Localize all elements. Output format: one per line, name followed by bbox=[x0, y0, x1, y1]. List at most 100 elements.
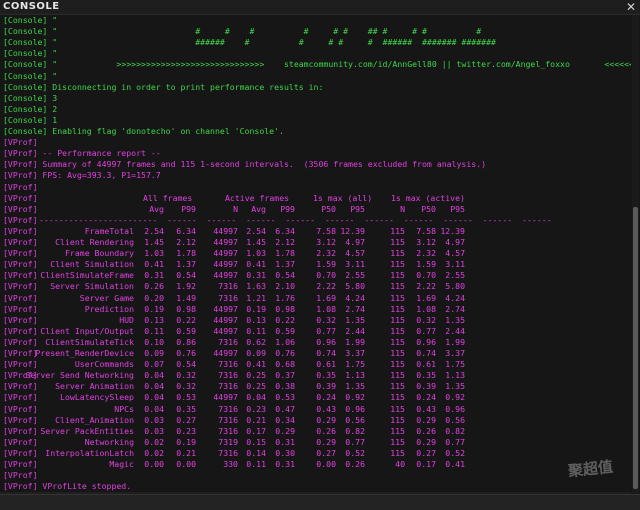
row-label: NPCs bbox=[114, 403, 134, 414]
table-cell: 0.37 bbox=[275, 370, 295, 381]
row-label: Present_RenderDevice bbox=[35, 348, 134, 358]
row-label: Frame Boundary bbox=[64, 248, 134, 259]
group-header: Active frames bbox=[225, 192, 290, 203]
console-input[interactable] bbox=[0, 494, 640, 510]
table-cell: 0.52 bbox=[345, 447, 365, 458]
column-header: P95 bbox=[450, 203, 465, 214]
table-cell: 0.22 bbox=[275, 314, 295, 325]
log-line: [Console] Disconnecting in order to prin… bbox=[3, 81, 324, 92]
table-cell: 5.80 bbox=[345, 281, 365, 292]
table-cell: 0.30 bbox=[275, 447, 295, 458]
table-cell: 2.55 bbox=[345, 270, 365, 281]
table-cell: 0.77 bbox=[445, 436, 465, 447]
table-row: [VProf] Magic 0.00 0.00 330 0.11 0.31 0.00 0.26 4… bbox=[3, 459, 623, 470]
table-cell: 4.57 bbox=[445, 248, 465, 259]
table-row: [VProf] UserCommands 0.07 0.54 7316 0.41 0.68 0… bbox=[3, 359, 623, 370]
table-cell: 3.37 bbox=[445, 348, 465, 358]
title-bar[interactable]: CONSOLE ✕ bbox=[0, 0, 640, 15]
table-cell: 4.57 bbox=[345, 248, 365, 259]
table-cell: 1.99 bbox=[445, 336, 465, 347]
table-cell: 0.27 bbox=[176, 414, 196, 425]
table-cell: 0.76 bbox=[176, 348, 196, 358]
table-cell: 0.41 bbox=[445, 459, 465, 469]
table-cell: 6.34 bbox=[176, 225, 196, 236]
table-cell: 1.35 bbox=[445, 314, 465, 325]
log-line: [Console] " bbox=[3, 48, 58, 59]
table-cell: 0.00 bbox=[176, 459, 196, 469]
column-header: P99 bbox=[181, 203, 196, 214]
row-label: Server Game bbox=[79, 292, 134, 303]
table-cell: 0.54 bbox=[275, 270, 295, 281]
log-line: [Console] Enabling flag 'donotecho' on c… bbox=[3, 126, 284, 136]
table-row: [VProf] Client Rendering 1.45 2.12 44997 1.45… bbox=[3, 237, 623, 248]
table-cell: 0.96 bbox=[345, 403, 365, 414]
table-cell: 0.32 bbox=[176, 370, 196, 381]
table-cell: 0.92 bbox=[445, 392, 465, 403]
table-cell: 1.13 bbox=[445, 370, 465, 381]
table-row: [VProf] Client_Animation 0.03 0.27 7316 0.21 0… bbox=[3, 415, 623, 426]
scrollbar[interactable] bbox=[632, 15, 639, 494]
table-row: [VProf] HUD 0.13 0.22 44997 0.13 0.22 0.32 1.35 1… bbox=[3, 315, 623, 326]
table-cell: 0.56 bbox=[445, 414, 465, 425]
table-cell: 4.97 bbox=[445, 237, 465, 247]
table-row: [VProf] Server Send Networking 0.04 0.32 731… bbox=[3, 370, 623, 381]
group-header: All frames bbox=[143, 192, 193, 203]
table-cell: 1.78 bbox=[275, 248, 295, 259]
table-cell: 6.34 bbox=[275, 225, 295, 236]
table-row: [VProf] LowLatencySleep 0.04 0.53 44997 0.04 0… bbox=[3, 392, 623, 403]
table-cell: 0.82 bbox=[345, 425, 365, 436]
table-divider: [VProf] ------------------------ ------ -… bbox=[3, 215, 623, 226]
table-cell: 4.97 bbox=[345, 237, 365, 247]
log-line: [Console] 2 bbox=[3, 103, 58, 114]
table-column-header: [VProf] Avg P99 N Avg P99 P50 P95 N P50 P95 bbox=[3, 204, 623, 215]
row-label: Server Animation bbox=[55, 381, 134, 392]
table-cell: 0.53 bbox=[176, 392, 196, 403]
table-cell: 0.56 bbox=[345, 414, 365, 425]
table-cell: 2.10 bbox=[275, 281, 295, 292]
table-cell: 0.23 bbox=[176, 425, 196, 436]
log-line: [Console] " bbox=[3, 15, 393, 25]
scrollbar-thumb[interactable] bbox=[633, 207, 638, 489]
table-cell: 0.32 bbox=[176, 381, 196, 392]
table-row: [VProf] InterpolationLatch 0.02 0.21 7316 0.1… bbox=[3, 448, 623, 459]
table-cell: 1.37 bbox=[275, 259, 295, 270]
row-label: Prediction bbox=[84, 303, 134, 314]
log-line: [VProf] -- Performance report -- bbox=[3, 148, 161, 159]
row-label: ClientSimulateTick bbox=[45, 336, 134, 347]
log-line: [VProf] FPS: Avg=393.3, P1=157.7 bbox=[3, 170, 161, 181]
vprof-prefix: [VProf] bbox=[3, 192, 38, 203]
table-cell: 1.35 bbox=[345, 381, 365, 392]
table-cell: 0.31 bbox=[275, 436, 295, 447]
table-row: [VProf] FrameTotal 2.54 6.34 44997 2.54 6.34 7.… bbox=[3, 226, 623, 237]
log-line: [Console] 1 bbox=[3, 114, 58, 125]
table-cell: 0.59 bbox=[275, 325, 295, 336]
vprof-prefix: [VProf] bbox=[3, 203, 38, 214]
row-label: ClientSimulateFrame bbox=[40, 270, 134, 281]
row-label: Client Input/Output bbox=[40, 325, 134, 336]
console-log[interactable]: [Console] " [Console] " # # # # # # ## #… bbox=[0, 15, 631, 494]
table-cell: 0.47 bbox=[275, 403, 295, 414]
row-label: Server Simulation bbox=[50, 281, 134, 292]
table-row: [VProf] Server Game 0.20 1.49 7316 1.21 1.76 1.… bbox=[3, 293, 623, 304]
close-icon[interactable]: ✕ bbox=[626, 0, 636, 14]
table-cell: 0.68 bbox=[275, 359, 295, 370]
table-cell: 4.24 bbox=[345, 292, 365, 303]
column-header: P95 bbox=[350, 203, 365, 214]
table-cell: 1.06 bbox=[275, 336, 295, 347]
table-row: [VProf] Server Simulation 0.26 1.92 7316 1.63… bbox=[3, 281, 623, 292]
table-cell: 1.35 bbox=[345, 314, 365, 325]
table-cell: 0.98 bbox=[275, 303, 295, 314]
table-row: [VProf] Frame Boundary 1.03 1.78 44997 1.03 1.… bbox=[3, 248, 623, 259]
table-cell: 1.75 bbox=[345, 359, 365, 370]
table-cell: 0.54 bbox=[176, 359, 196, 370]
table-row: [VProf] NPCs 0.04 0.35 7316 0.23 0.47 0.43 0.96 1… bbox=[3, 404, 623, 415]
table-cell: 0.31 bbox=[275, 459, 295, 469]
row-label: Magic bbox=[109, 459, 134, 469]
table-cell: 3.11 bbox=[445, 259, 465, 270]
table-cell: 0.92 bbox=[345, 392, 365, 403]
table-cell: 1.49 bbox=[176, 292, 196, 303]
table-cell: 1.13 bbox=[345, 370, 365, 381]
table-cell: 2.12 bbox=[176, 237, 196, 247]
log-line: [Console] " # # # # # # ## # # # # bbox=[3, 26, 482, 37]
row-label: Server PackEntities bbox=[40, 425, 134, 436]
